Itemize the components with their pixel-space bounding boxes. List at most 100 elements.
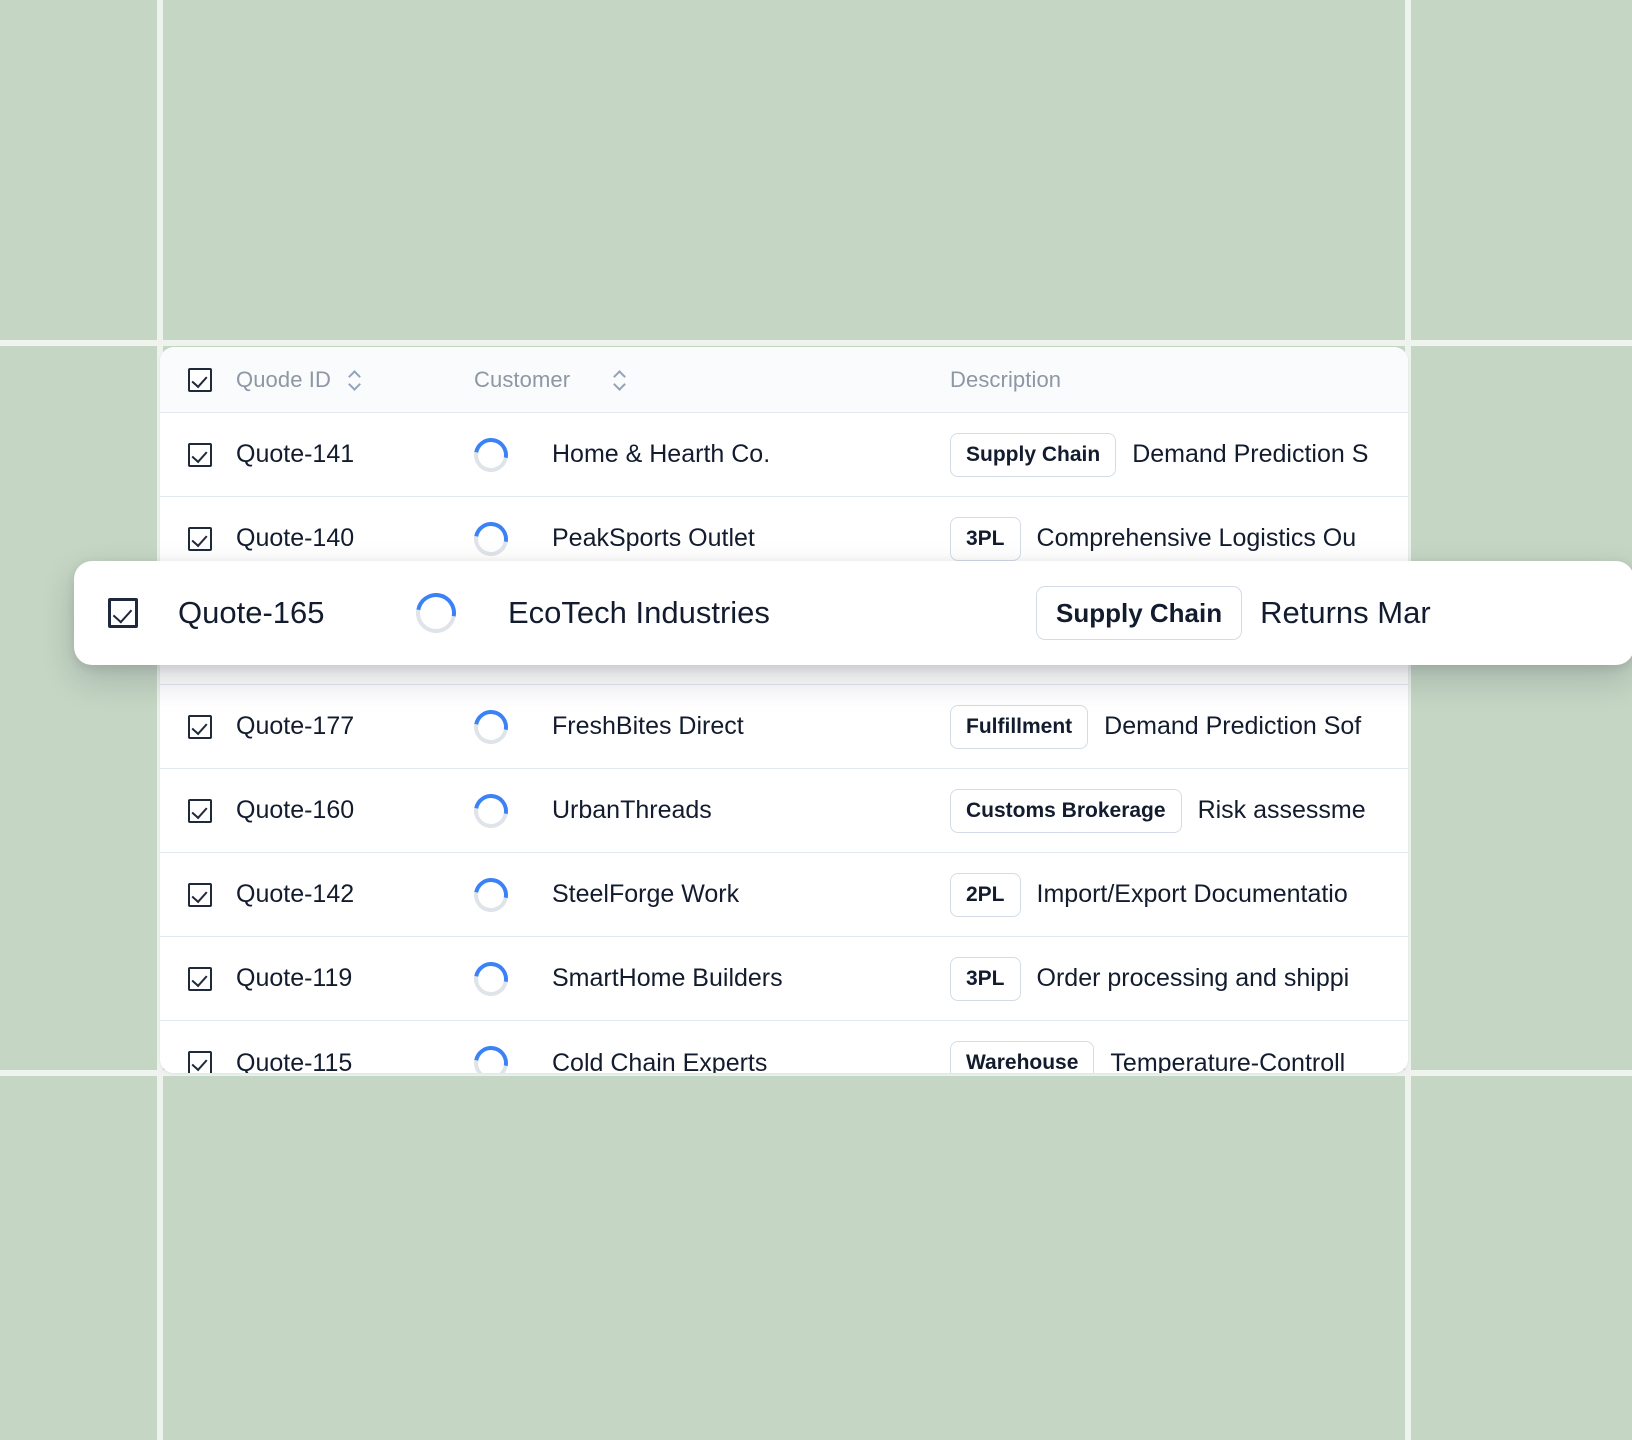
row-quote-id-cell: Quote-119: [236, 964, 474, 993]
row-quote-id-cell: Quote-140: [236, 524, 474, 553]
description-text: Import/Export Documentatio: [1036, 880, 1348, 908]
description-text: Temperature-Controll: [1110, 1048, 1346, 1074]
row-select-cell[interactable]: [160, 798, 236, 823]
quote-id-text: Quote-115: [236, 1048, 353, 1074]
table-row[interactable]: Quote-177 FreshBites Direct Fulfillment …: [160, 685, 1408, 769]
row-checkbox-icon[interactable]: [188, 442, 212, 467]
row-select-cell[interactable]: [160, 966, 236, 991]
header-description-label: Description: [950, 366, 1062, 392]
row-quote-id-cell: Quote-160: [236, 796, 474, 825]
quote-id-text: Quote-142: [236, 880, 355, 908]
service-type-chip: Supply Chain: [950, 432, 1117, 477]
row-customer-cell: UrbanThreads: [467, 786, 950, 835]
row-select-cell[interactable]: [160, 714, 236, 739]
loading-spinner-icon: [467, 430, 515, 479]
row-customer-cell: PeakSports Outlet: [467, 514, 950, 563]
sort-chevrons-icon-customer[interactable]: [614, 368, 628, 392]
loading-spinner-icon: [467, 1039, 515, 1073]
row-checkbox-icon[interactable]: [188, 526, 212, 551]
row-description-cell: Warehouse Temperature-Controll: [950, 1041, 1408, 1073]
service-type-chip: 3PL: [950, 516, 1021, 561]
service-type-chip: Customs Brokerage: [950, 788, 1182, 833]
row-customer-cell: SmartHome Builders: [467, 954, 950, 1003]
quotes-table-card: Quode ID Customer Description Quote-141 …: [160, 347, 1408, 1073]
loading-spinner-icon: [467, 702, 515, 751]
quote-id-text: Quote-177: [236, 712, 355, 740]
row-customer-cell: FreshBites Direct: [467, 702, 950, 751]
description-text: Risk assessme: [1197, 796, 1366, 824]
header-description-cell: Description: [950, 367, 1408, 393]
row-description-cell: 3PL Comprehensive Logistics Ou: [950, 516, 1408, 561]
row-select-cell[interactable]: [160, 882, 236, 907]
customer-text: PeakSports Outlet: [552, 524, 755, 552]
row-quote-id-cell: Quote-115: [236, 1049, 474, 1074]
header-customer-cell[interactable]: Customer: [474, 367, 950, 393]
row-select-cell[interactable]: [160, 1051, 236, 1073]
loading-spinner-icon: [408, 585, 464, 641]
row-customer-cell: SteelForge Work: [467, 870, 950, 919]
dragged-row-quote-id-cell: Quote-165: [178, 595, 416, 631]
customer-text: SteelForge Work: [552, 880, 740, 908]
description-text: Order processing and shippi: [1036, 964, 1350, 992]
row-description-cell: Customs Brokerage Risk assessme: [950, 788, 1408, 833]
loading-spinner-icon: [467, 954, 515, 1003]
service-type-chip: 2PL: [950, 872, 1021, 917]
row-checkbox-icon[interactable]: [188, 966, 212, 991]
dragged-row-card[interactable]: Quote-165 EcoTech Industries Supply Chai…: [74, 561, 1632, 665]
customer-text: SmartHome Builders: [552, 964, 783, 992]
select-all-checkbox-icon[interactable]: [188, 367, 212, 392]
dragged-row-select-cell[interactable]: [74, 598, 178, 628]
dragged-row-description-cell: Supply Chain Returns Mar: [1036, 586, 1632, 640]
header-quote-id-cell[interactable]: Quode ID: [236, 367, 474, 393]
service-type-chip: Supply Chain: [1036, 586, 1243, 640]
row-select-cell[interactable]: [160, 526, 236, 551]
row-quote-id-cell: Quote-177: [236, 712, 474, 741]
screen-root: Quode ID Customer Description Quote-141 …: [0, 0, 1632, 1440]
table-row[interactable]: Quote-115 Cold Chain Experts Warehouse T…: [160, 1021, 1408, 1073]
sort-chevrons-icon-quote-id[interactable]: [349, 368, 363, 392]
row-checkbox-icon[interactable]: [188, 714, 212, 739]
quote-id-text: Quote-165: [178, 595, 325, 630]
row-customer-cell: Cold Chain Experts: [467, 1039, 950, 1074]
service-type-chip: Fulfillment: [950, 704, 1089, 749]
row-checkbox-icon[interactable]: [188, 798, 212, 823]
row-description-cell: Supply Chain Demand Prediction S: [950, 432, 1408, 477]
table-row[interactable]: Quote-119 SmartHome Builders 3PL Order p…: [160, 937, 1408, 1021]
customer-text: Home & Hearth Co.: [552, 440, 771, 468]
loading-spinner-icon: [467, 870, 515, 919]
row-quote-id-cell: Quote-142: [236, 880, 474, 909]
table-row[interactable]: Quote-141 Home & Hearth Co. Supply Chain…: [160, 413, 1408, 497]
description-text: Returns Mar: [1260, 595, 1431, 630]
description-text: Demand Prediction Sof: [1104, 712, 1362, 740]
quote-id-text: Quote-141: [236, 440, 355, 468]
dragged-row-customer-cell: EcoTech Industries: [408, 585, 1036, 641]
row-select-cell[interactable]: [160, 442, 236, 467]
quote-id-text: Quote-119: [236, 964, 353, 992]
row-description-cell: Fulfillment Demand Prediction Sof: [950, 704, 1408, 749]
row-description-cell: 2PL Import/Export Documentatio: [950, 872, 1408, 917]
row-checkbox-icon[interactable]: [188, 882, 212, 907]
description-text: Comprehensive Logistics Ou: [1036, 524, 1357, 552]
service-type-chip: 3PL: [950, 956, 1021, 1001]
row-checkbox-icon[interactable]: [188, 1051, 212, 1073]
customer-text: FreshBites Direct: [552, 712, 744, 740]
loading-spinner-icon: [467, 786, 515, 835]
table-header-row: Quode ID Customer Description: [160, 347, 1408, 413]
row-quote-id-cell: Quote-141: [236, 440, 474, 469]
row-customer-cell: Home & Hearth Co.: [467, 430, 950, 479]
header-select-all-cell[interactable]: [160, 367, 236, 392]
header-quote-id-label: Quode ID: [236, 366, 331, 392]
customer-text: Cold Chain Experts: [552, 1048, 768, 1074]
loading-spinner-icon: [467, 514, 515, 563]
header-customer-label: Customer: [474, 366, 571, 392]
grid-line-horizontal-top: [0, 340, 1632, 346]
quote-id-text: Quote-160: [236, 796, 355, 824]
customer-text: EcoTech Industries: [508, 595, 770, 630]
dragged-row-checkbox-icon[interactable]: [108, 598, 138, 628]
description-text: Demand Prediction S: [1132, 440, 1369, 468]
table-row[interactable]: Quote-142 SteelForge Work 2PL Import/Exp…: [160, 853, 1408, 937]
service-type-chip: Warehouse: [950, 1041, 1095, 1073]
table-row[interactable]: Quote-160 UrbanThreads Customs Brokerage…: [160, 769, 1408, 853]
customer-text: UrbanThreads: [552, 796, 712, 824]
quote-id-text: Quote-140: [236, 524, 355, 552]
